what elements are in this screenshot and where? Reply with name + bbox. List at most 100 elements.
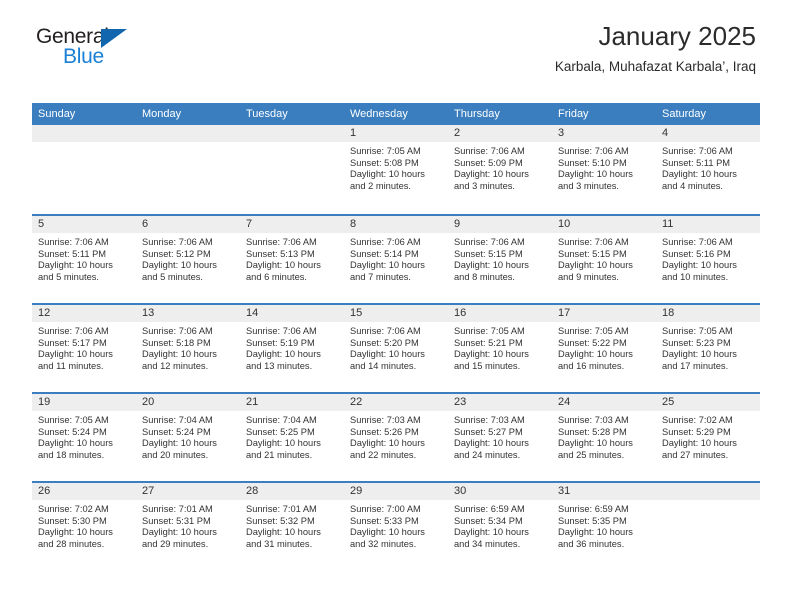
sunset-text: Sunset: 5:14 PM xyxy=(350,248,419,259)
calendar-day-cell[interactable]: 15 Sunrise: 7:06 AM Sunset: 5:20 PM Dayligh… xyxy=(344,305,448,392)
weekday-header-row: Sunday Monday Tuesday Wednesday Thursday Frid… xyxy=(32,103,760,125)
brand-logo[interactable]: General Blue xyxy=(36,26,156,67)
calendar-week-row: 1 Sunrise: 7:05 AM Sunset: 5:08 PM Daylight… xyxy=(32,125,760,214)
calendar-day-cell[interactable]: 10 Sunrise: 7:06 AM Sunset: 5:15 PM Dayligh… xyxy=(552,216,656,303)
day-info: Sunrise: 7:06 AM Sunset: 5:15 PM Daylight:… xyxy=(448,233,552,283)
calendar-day-cell[interactable]: 30 Sunrise: 6:59 AM Sunset: 5:34 PM Dayligh… xyxy=(448,483,552,570)
daylight-text-line2: and 11 minutes. xyxy=(38,360,104,371)
day-number: 18 xyxy=(656,305,760,322)
sunrise-text: Sunrise: 7:06 AM xyxy=(558,237,629,247)
daylight-text-line2: and 3 minutes. xyxy=(454,180,515,191)
daylight-text-line2: and 18 minutes. xyxy=(38,449,105,460)
daylight-text-line1: Daylight: 10 hours xyxy=(142,260,217,271)
weekday-header-saturday: Saturday xyxy=(662,108,707,120)
day-info: Sunrise: 7:01 AM Sunset: 5:32 PM Daylight:… xyxy=(240,500,344,550)
calendar-day-cell[interactable]: 11 Sunrise: 7:06 AM Sunset: 5:16 PM Dayligh… xyxy=(656,216,760,303)
day-info: Sunrise: 7:06 AM Sunset: 5:20 PM Daylight:… xyxy=(344,322,448,372)
weekday-header-monday: Monday xyxy=(142,108,182,120)
day-number: 7 xyxy=(240,216,344,233)
calendar-day-cell[interactable]: 16 Sunrise: 7:05 AM Sunset: 5:21 PM Dayligh… xyxy=(448,305,552,392)
calendar-day-cell[interactable]: 18 Sunrise: 7:05 AM Sunset: 5:23 PM Dayligh… xyxy=(656,305,760,392)
daylight-text-line1: Daylight: 10 hours xyxy=(350,169,425,180)
day-info: Sunrise: 7:01 AM Sunset: 5:31 PM Daylight:… xyxy=(136,500,240,550)
day-info: Sunrise: 7:05 AM Sunset: 5:24 PM Daylight:… xyxy=(32,411,136,461)
page-header: General Blue January 2025 Karbala, Muhaf… xyxy=(0,0,792,100)
day-info: Sunrise: 7:00 AM Sunset: 5:33 PM Daylight:… xyxy=(344,500,448,550)
sunset-text: Sunset: 5:13 PM xyxy=(246,248,315,259)
sunset-text: Sunset: 5:15 PM xyxy=(454,248,523,259)
day-number: 25 xyxy=(656,394,760,411)
calendar-day-cell[interactable]: 3 Sunrise: 7:06 AM Sunset: 5:10 PM Daylight… xyxy=(552,125,656,214)
day-info: Sunrise: 7:03 AM Sunset: 5:28 PM Daylight:… xyxy=(552,411,656,461)
sunrise-text: Sunrise: 7:06 AM xyxy=(246,237,317,247)
calendar-day-cell[interactable]: 28 Sunrise: 7:01 AM Sunset: 5:32 PM Dayligh… xyxy=(240,483,344,570)
calendar-day-cell[interactable]: 27 Sunrise: 7:01 AM Sunset: 5:31 PM Dayligh… xyxy=(136,483,240,570)
daylight-text-line2: and 10 minutes. xyxy=(662,271,729,282)
sunset-text: Sunset: 5:08 PM xyxy=(350,157,419,168)
calendar-day-cell[interactable]: 26 Sunrise: 7:02 AM Sunset: 5:30 PM Dayligh… xyxy=(32,483,136,570)
calendar-day-cell[interactable]: 31 Sunrise: 6:59 AM Sunset: 5:35 PM Dayligh… xyxy=(552,483,656,570)
sunset-text: Sunset: 5:24 PM xyxy=(38,426,107,437)
sunrise-text: Sunrise: 7:04 AM xyxy=(246,415,317,425)
daylight-text-line2: and 6 minutes. xyxy=(246,271,307,282)
sunrise-text: Sunrise: 7:06 AM xyxy=(38,326,109,336)
day-number: 29 xyxy=(344,483,448,500)
triangle-logo-icon xyxy=(101,29,127,48)
calendar-day-cell[interactable]: 22 Sunrise: 7:03 AM Sunset: 5:26 PM Dayligh… xyxy=(344,394,448,481)
day-info: Sunrise: 7:06 AM Sunset: 5:19 PM Daylight:… xyxy=(240,322,344,372)
calendar-day-cell[interactable]: 25 Sunrise: 7:02 AM Sunset: 5:29 PM Dayligh… xyxy=(656,394,760,481)
daylight-text-line2: and 17 minutes. xyxy=(662,360,729,371)
calendar-day-cell[interactable]: 24 Sunrise: 7:03 AM Sunset: 5:28 PM Dayligh… xyxy=(552,394,656,481)
calendar-day-cell[interactable]: 17 Sunrise: 7:05 AM Sunset: 5:22 PM Dayligh… xyxy=(552,305,656,392)
sunset-text: Sunset: 5:33 PM xyxy=(350,515,419,526)
day-number: 21 xyxy=(240,394,344,411)
sunrise-text: Sunrise: 7:06 AM xyxy=(350,237,421,247)
daylight-text-line1: Daylight: 10 hours xyxy=(558,527,633,538)
calendar-day-cell[interactable]: 14 Sunrise: 7:06 AM Sunset: 5:19 PM Dayligh… xyxy=(240,305,344,392)
day-info: Sunrise: 7:03 AM Sunset: 5:26 PM Daylight:… xyxy=(344,411,448,461)
sunrise-text: Sunrise: 7:02 AM xyxy=(38,504,109,514)
calendar-day-cell[interactable]: 20 Sunrise: 7:04 AM Sunset: 5:24 PM Dayligh… xyxy=(136,394,240,481)
calendar-day-cell[interactable]: 19 Sunrise: 7:05 AM Sunset: 5:24 PM Dayligh… xyxy=(32,394,136,481)
page-subtitle: Karbala, Muhafazat Karbala’, Iraq xyxy=(554,58,756,74)
calendar-day-cell[interactable]: 9 Sunrise: 7:06 AM Sunset: 5:15 PM Daylight… xyxy=(448,216,552,303)
day-number: 15 xyxy=(344,305,448,322)
sunrise-text: Sunrise: 7:04 AM xyxy=(142,415,213,425)
calendar-day-cell[interactable]: 23 Sunrise: 7:03 AM Sunset: 5:27 PM Dayligh… xyxy=(448,394,552,481)
day-number: 11 xyxy=(656,216,760,233)
calendar-day-cell[interactable]: 29 Sunrise: 7:00 AM Sunset: 5:33 PM Dayligh… xyxy=(344,483,448,570)
daylight-text-line2: and 16 minutes. xyxy=(558,360,625,371)
day-number xyxy=(240,125,344,142)
sunset-text: Sunset: 5:20 PM xyxy=(350,337,419,348)
sunrise-text: Sunrise: 7:06 AM xyxy=(662,146,733,156)
day-number: 3 xyxy=(552,125,656,142)
calendar-day-cell[interactable]: 4 Sunrise: 7:06 AM Sunset: 5:11 PM Daylight… xyxy=(656,125,760,214)
calendar-day-cell[interactable]: 12 Sunrise: 7:06 AM Sunset: 5:17 PM Dayligh… xyxy=(32,305,136,392)
sunrise-text: Sunrise: 7:06 AM xyxy=(454,237,525,247)
calendar-cell-empty xyxy=(32,125,136,214)
day-number: 2 xyxy=(448,125,552,142)
sunrise-text: Sunrise: 7:06 AM xyxy=(246,326,317,336)
calendar-week-row: 5 Sunrise: 7:06 AM Sunset: 5:11 PM Daylight… xyxy=(32,214,760,303)
day-number: 4 xyxy=(656,125,760,142)
calendar-day-cell[interactable]: 5 Sunrise: 7:06 AM Sunset: 5:11 PM Daylight… xyxy=(32,216,136,303)
sunrise-text: Sunrise: 6:59 AM xyxy=(558,504,629,514)
calendar-page: General Blue January 2025 Karbala, Muhaf… xyxy=(0,0,792,612)
sunset-text: Sunset: 5:09 PM xyxy=(454,157,523,168)
day-number xyxy=(656,483,760,500)
calendar-day-cell[interactable]: 8 Sunrise: 7:06 AM Sunset: 5:14 PM Daylight… xyxy=(344,216,448,303)
title-block: January 2025 Karbala, Muhafazat Karbala’… xyxy=(554,21,756,74)
calendar-day-cell[interactable]: 2 Sunrise: 7:06 AM Sunset: 5:09 PM Daylight… xyxy=(448,125,552,214)
calendar-day-cell[interactable]: 7 Sunrise: 7:06 AM Sunset: 5:13 PM Daylight… xyxy=(240,216,344,303)
sunset-text: Sunset: 5:30 PM xyxy=(38,515,107,526)
sunset-text: Sunset: 5:12 PM xyxy=(142,248,211,259)
calendar-day-cell[interactable]: 6 Sunrise: 7:06 AM Sunset: 5:12 PM Daylight… xyxy=(136,216,240,303)
calendar-day-cell[interactable]: 1 Sunrise: 7:05 AM Sunset: 5:08 PM Daylight… xyxy=(344,125,448,214)
daylight-text-line2: and 22 minutes. xyxy=(350,449,417,460)
day-info: Sunrise: 7:02 AM Sunset: 5:29 PM Daylight:… xyxy=(656,411,760,461)
calendar-grid: Sunday Monday Tuesday Wednesday Thursday Frid… xyxy=(32,103,760,570)
sunrise-text: Sunrise: 7:06 AM xyxy=(558,146,629,156)
calendar-day-cell[interactable]: 13 Sunrise: 7:06 AM Sunset: 5:18 PM Dayligh… xyxy=(136,305,240,392)
sunset-text: Sunset: 5:11 PM xyxy=(38,248,107,259)
calendar-day-cell[interactable]: 21 Sunrise: 7:04 AM Sunset: 5:25 PM Dayligh… xyxy=(240,394,344,481)
